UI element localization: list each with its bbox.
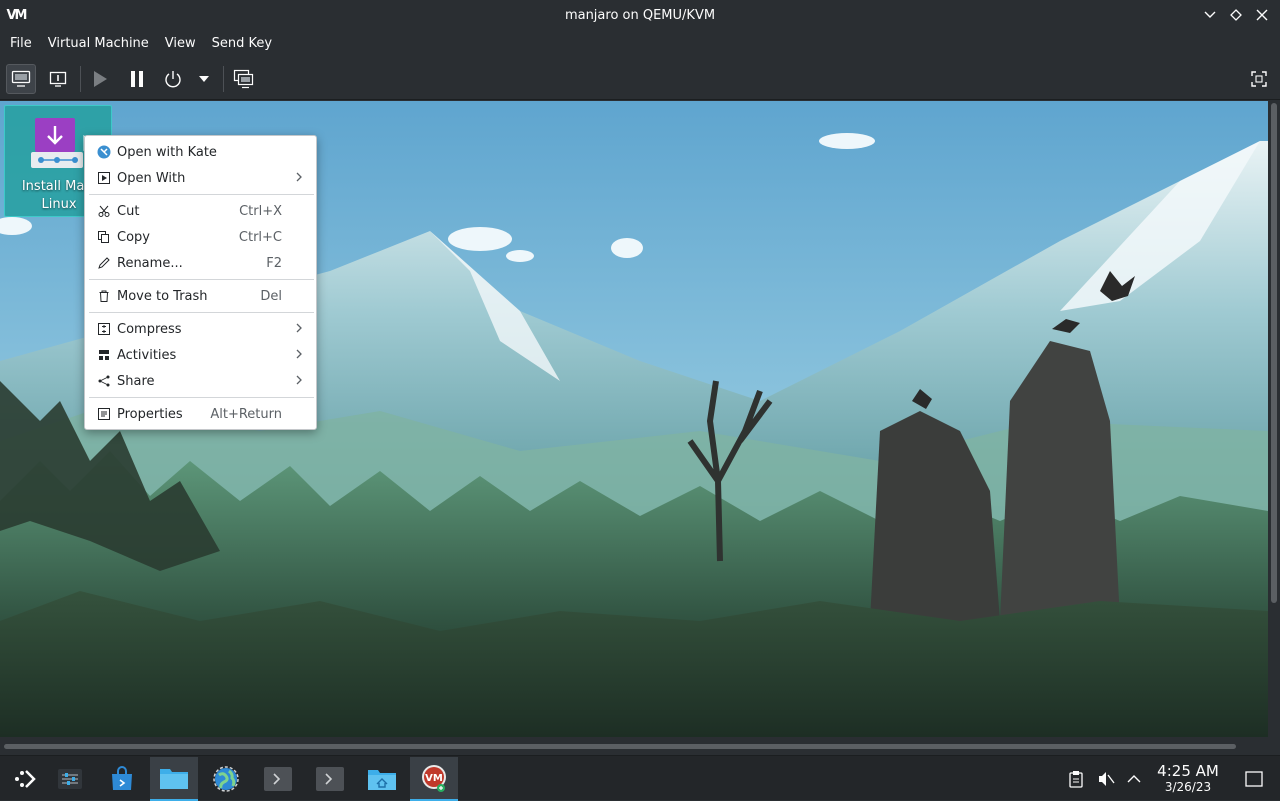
menu-separator	[89, 397, 314, 398]
ctx-label: Activities	[117, 347, 177, 363]
pause-icon[interactable]	[122, 64, 152, 94]
ctx-compress[interactable]: Compress	[87, 316, 314, 342]
sliders-icon[interactable]	[46, 757, 94, 801]
vertical-scrollbar[interactable]	[1268, 101, 1280, 737]
minimize-icon[interactable]	[1200, 5, 1220, 25]
menu-separator	[89, 194, 314, 195]
volume-muted-icon[interactable]	[1096, 769, 1116, 789]
ctx-label: Properties	[117, 406, 183, 422]
launcher-icon[interactable]	[0, 757, 48, 801]
virt-manager-logo-icon: VM	[6, 7, 28, 23]
ctx-open-with-kate[interactable]: Open with Kate	[87, 139, 314, 165]
menu-separator	[89, 312, 314, 313]
maximize-icon[interactable]	[1226, 5, 1246, 25]
globe-icon[interactable]	[202, 757, 250, 801]
svg-text:VM: VM	[425, 773, 443, 784]
ctx-shortcut: Alt+Return	[210, 406, 282, 422]
menu-virtual-machine[interactable]: Virtual Machine	[40, 30, 157, 58]
share-icon	[97, 374, 111, 388]
store-bag-icon[interactable]	[98, 757, 146, 801]
pencil-icon	[97, 256, 111, 270]
ctx-label: Compress	[117, 321, 182, 337]
ctx-label: Cut	[117, 203, 140, 219]
ctx-move-to-trash[interactable]: Move to Trash Del	[87, 283, 314, 309]
ctx-activities[interactable]: Activities	[87, 342, 314, 368]
menu-view[interactable]: View	[157, 30, 204, 58]
dropdown-arrow-icon[interactable]	[190, 64, 218, 94]
ctx-shortcut: F2	[266, 255, 282, 271]
open-with-icon	[97, 171, 111, 185]
toolbar-separator	[223, 66, 224, 92]
horizontal-scrollbar[interactable]	[0, 737, 1280, 755]
window-title: manjaro on QEMU/KVM	[564, 7, 716, 23]
activities-icon	[97, 348, 111, 362]
expand-tray-icon[interactable]	[1124, 769, 1144, 789]
ctx-properties[interactable]: Properties Alt+Return	[87, 401, 314, 427]
ctx-label: Rename...	[117, 255, 183, 271]
clipboard-icon[interactable]	[1066, 769, 1086, 789]
ctx-label: Copy	[117, 229, 150, 245]
menu-file[interactable]: File	[2, 30, 40, 58]
submenu-arrow-icon	[296, 322, 302, 337]
window-titlebar: VM manjaro on QEMU/KVM	[0, 0, 1280, 30]
taskbar: VM 4:25 AM 3/26/23	[0, 755, 1280, 801]
window-controls	[1200, 5, 1272, 25]
horizontal-scrollbar-thumb[interactable]	[4, 744, 1236, 749]
menu-send-key[interactable]: Send Key	[204, 30, 280, 58]
ctx-shortcut: Ctrl+C	[238, 229, 282, 245]
submenu-arrow-icon	[296, 348, 302, 363]
vm-icon[interactable]: VM	[410, 757, 458, 801]
home-folder-icon[interactable]	[358, 757, 406, 801]
ctx-share[interactable]: Share	[87, 368, 314, 394]
ctx-shortcut: Ctrl+X	[239, 203, 282, 219]
ctx-label: Open with Kate	[117, 144, 217, 160]
ctx-label: Open With	[117, 170, 186, 186]
fullscreen-icon[interactable]	[1244, 64, 1274, 94]
ctx-shortcut: Del	[260, 288, 282, 304]
ctx-cut[interactable]: Cut Ctrl+X	[87, 198, 314, 224]
context-menu: Open with Kate Open With Cut Ctrl+X Copy…	[84, 135, 317, 430]
terminal-icon[interactable]	[306, 757, 354, 801]
ctx-rename[interactable]: Rename... F2	[87, 250, 314, 276]
clock-time: 4:25 AM	[1157, 762, 1219, 780]
toolbar	[0, 58, 1280, 100]
folder-icon[interactable]	[150, 757, 198, 801]
menu-separator	[89, 279, 314, 280]
power-icon[interactable]	[158, 64, 188, 94]
compress-icon	[97, 322, 111, 336]
scissors-icon	[97, 204, 111, 218]
vertical-scrollbar-thumb[interactable]	[1271, 103, 1277, 603]
close-icon[interactable]	[1252, 5, 1272, 25]
terminal-icon[interactable]	[254, 757, 302, 801]
clock-date: 3/26/23	[1164, 780, 1212, 794]
vm-display[interactable]: Install Manj Linux Open with Kate Open W…	[0, 101, 1268, 737]
ctx-open-with[interactable]: Open With	[87, 165, 314, 191]
kate-icon	[97, 145, 111, 159]
clock[interactable]: 4:25 AM 3/26/23	[1152, 762, 1224, 794]
ctx-label: Move to Trash	[117, 288, 208, 304]
menubar: File Virtual Machine View Send Key	[0, 30, 1280, 58]
show-desktop-icon[interactable]	[1244, 769, 1264, 789]
ctx-label: Share	[117, 373, 155, 389]
properties-icon	[97, 407, 111, 421]
play-icon[interactable]	[85, 64, 115, 94]
details-icon[interactable]	[43, 64, 73, 94]
submenu-arrow-icon	[296, 374, 302, 389]
snapshots-icon[interactable]	[229, 64, 259, 94]
submenu-arrow-icon	[296, 171, 302, 186]
console-icon[interactable]	[6, 64, 36, 94]
trash-icon	[97, 289, 111, 303]
toolbar-separator	[80, 66, 81, 92]
installer-icon	[31, 114, 87, 172]
copy-icon	[97, 230, 111, 244]
ctx-copy[interactable]: Copy Ctrl+C	[87, 224, 314, 250]
